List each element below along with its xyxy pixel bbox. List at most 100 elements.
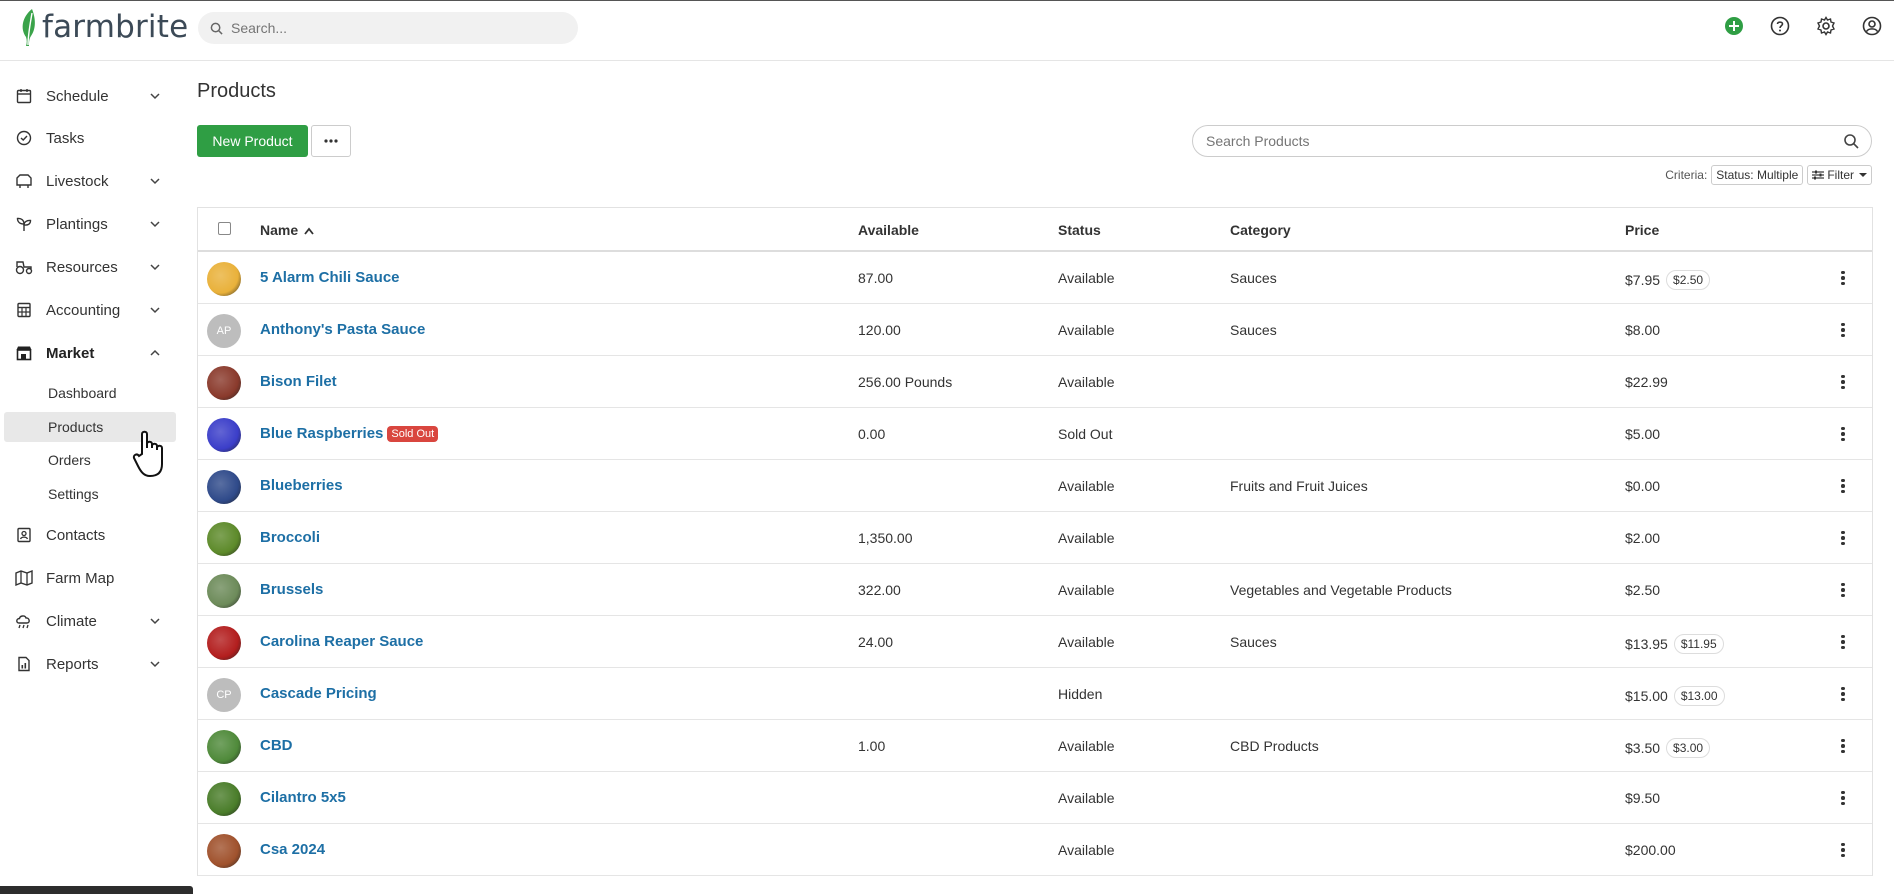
sale-price-chip: $11.95 xyxy=(1673,634,1724,654)
sidebar-item-climate[interactable]: Climate xyxy=(0,603,180,639)
row-actions-menu-icon[interactable] xyxy=(1838,372,1848,392)
product-name-link[interactable]: Broccoli xyxy=(260,529,320,546)
search-products-input[interactable] xyxy=(1206,133,1826,149)
hand-cursor-icon xyxy=(132,430,163,478)
sidebar-item-reports[interactable]: Reports xyxy=(0,646,180,682)
product-image xyxy=(207,626,241,660)
row-actions-menu-icon[interactable] xyxy=(1838,788,1848,808)
column-header-status[interactable]: Status xyxy=(1058,222,1101,238)
table-row[interactable]: AP Anthony's Pasta Sauce 120.00 Availabl… xyxy=(198,304,1872,356)
column-header-category[interactable]: Category xyxy=(1230,222,1291,238)
sidebar-item-label: Tasks xyxy=(46,129,85,147)
sidebar-item-resources[interactable]: Resources xyxy=(0,249,180,285)
table-row[interactable]: CP Cascade Pricing Hidden $15.00 $13.00 xyxy=(198,668,1872,720)
row-actions-menu-icon[interactable] xyxy=(1838,580,1848,600)
sidebar-item-market[interactable]: Market xyxy=(0,335,180,371)
product-name-link[interactable]: CBD xyxy=(260,737,293,754)
row-actions-menu-icon[interactable] xyxy=(1838,684,1848,704)
row-actions-menu-icon[interactable] xyxy=(1838,424,1848,444)
new-product-button[interactable]: New Product xyxy=(197,125,308,157)
row-actions-menu-icon[interactable] xyxy=(1838,632,1848,652)
row-actions-menu-icon[interactable] xyxy=(1838,320,1848,340)
table-row[interactable]: 5 Alarm Chili Sauce 87.00 Available Sauc… xyxy=(198,252,1872,304)
status-cell: Available xyxy=(1058,790,1115,806)
column-header-price[interactable]: Price xyxy=(1625,222,1659,238)
sidebar-item-plantings[interactable]: Plantings xyxy=(0,206,180,242)
sidebar-item-label: Market xyxy=(46,344,95,362)
product-name-link[interactable]: Bison Filet xyxy=(260,373,337,390)
subitem-label: Products xyxy=(48,419,104,435)
sidebar-item-schedule[interactable]: Schedule xyxy=(0,78,180,114)
product-name-link[interactable]: Csa 2024 xyxy=(260,841,325,858)
product-name-link[interactable]: Blue Raspberries Sold Out xyxy=(260,425,439,442)
criteria-status-chip[interactable]: Status: Multiple xyxy=(1711,165,1804,185)
sidebar-item-contacts[interactable]: Contacts xyxy=(0,517,180,553)
product-name-link[interactable]: Brussels xyxy=(260,581,323,598)
available-cell: 87.00 xyxy=(858,270,894,286)
table-row[interactable]: Brussels 322.00 Available Vegetables and… xyxy=(198,564,1872,616)
price-cell: $2.00 xyxy=(1625,530,1661,546)
search-icon[interactable] xyxy=(1843,133,1859,149)
table-row[interactable]: Bison Filet 256.00 Pounds Available $22.… xyxy=(198,356,1872,408)
table-row[interactable]: Blueberries Available Fruits and Fruit J… xyxy=(198,460,1872,512)
column-header-available[interactable]: Available xyxy=(858,222,919,238)
table-row[interactable]: Broccoli 1,350.00 Available $2.00 xyxy=(198,512,1872,564)
category-cell: CBD Products xyxy=(1230,738,1319,754)
more-actions-button[interactable] xyxy=(311,125,351,157)
tooltip-strip xyxy=(0,886,193,894)
row-actions-menu-icon[interactable] xyxy=(1838,528,1848,548)
product-name-link[interactable]: Cilantro 5x5 xyxy=(260,789,346,806)
sidebar-item-livestock[interactable]: Livestock xyxy=(0,163,180,199)
table-row[interactable]: Carolina Reaper Sauce 24.00 Available Sa… xyxy=(198,616,1872,668)
product-name-link[interactable]: Anthony's Pasta Sauce xyxy=(260,321,425,338)
table-row[interactable]: Csa 2024 Available $200.00 xyxy=(198,824,1872,876)
global-search[interactable] xyxy=(198,12,578,44)
sidebar-item-farm-map[interactable]: Farm Map xyxy=(0,560,180,596)
row-actions-menu-icon[interactable] xyxy=(1838,476,1848,496)
product-name-link[interactable]: Carolina Reaper Sauce xyxy=(260,633,423,650)
sidebar-item-tasks[interactable]: Tasks xyxy=(0,120,180,156)
help-icon[interactable] xyxy=(1768,14,1792,38)
add-circle-icon[interactable] xyxy=(1722,14,1746,38)
price-cell: $5.00 xyxy=(1625,426,1661,442)
product-image xyxy=(207,522,241,556)
status-cell: Available xyxy=(1058,530,1115,546)
status-cell: Available xyxy=(1058,582,1115,598)
global-search-input[interactable] xyxy=(231,20,561,36)
status-cell: Available xyxy=(1058,842,1115,858)
row-actions-menu-icon[interactable] xyxy=(1838,840,1848,860)
table-row[interactable]: CBD 1.00 Available CBD Products $3.50 $3.… xyxy=(198,720,1872,772)
filter-button[interactable]: Filter xyxy=(1807,165,1872,185)
available-cell: 24.00 xyxy=(858,634,894,650)
store-icon xyxy=(14,343,34,363)
search-icon xyxy=(210,22,223,35)
table-row[interactable]: Cilantro 5x5 Available $9.50 xyxy=(198,772,1872,824)
price-cell: $2.50 xyxy=(1625,582,1661,598)
sidebar-subitem-dashboard[interactable]: Dashboard xyxy=(4,378,176,408)
settings-gear-icon[interactable] xyxy=(1814,14,1838,38)
price-cell: $0.00 xyxy=(1625,478,1661,494)
map-icon xyxy=(14,568,34,588)
product-image xyxy=(207,418,241,452)
sale-price-chip: $3.00 xyxy=(1666,738,1711,758)
sidebar-item-accounting[interactable]: Accounting xyxy=(0,292,180,328)
product-name-link[interactable]: Blueberries xyxy=(260,477,343,494)
farmbrite-logo[interactable]: farmbrite xyxy=(18,7,188,47)
chevron-down-icon xyxy=(150,661,160,668)
sidebar-item-label: Climate xyxy=(46,612,97,630)
product-name-link[interactable]: Cascade Pricing xyxy=(260,685,377,702)
column-header-name[interactable]: Name xyxy=(260,222,314,238)
table-row[interactable]: Blue Raspberries Sold Out 0.00 Sold Out $… xyxy=(198,408,1872,460)
select-all-checkbox[interactable] xyxy=(218,222,231,235)
status-cell: Available xyxy=(1058,478,1115,494)
sidebar-subitem-settings[interactable]: Settings xyxy=(4,479,176,509)
product-name-link[interactable]: 5 Alarm Chili Sauce xyxy=(260,269,400,286)
products-table: Name Available Status Category Price 5 A… xyxy=(197,207,1873,876)
leaf-logo-icon xyxy=(22,9,35,46)
row-actions-menu-icon[interactable] xyxy=(1838,268,1848,288)
status-cell: Sold Out xyxy=(1058,426,1113,442)
row-actions-menu-icon[interactable] xyxy=(1838,736,1848,756)
account-icon[interactable] xyxy=(1860,14,1884,38)
search-products[interactable] xyxy=(1192,125,1872,157)
sidebar-item-label: Farm Map xyxy=(46,569,115,587)
